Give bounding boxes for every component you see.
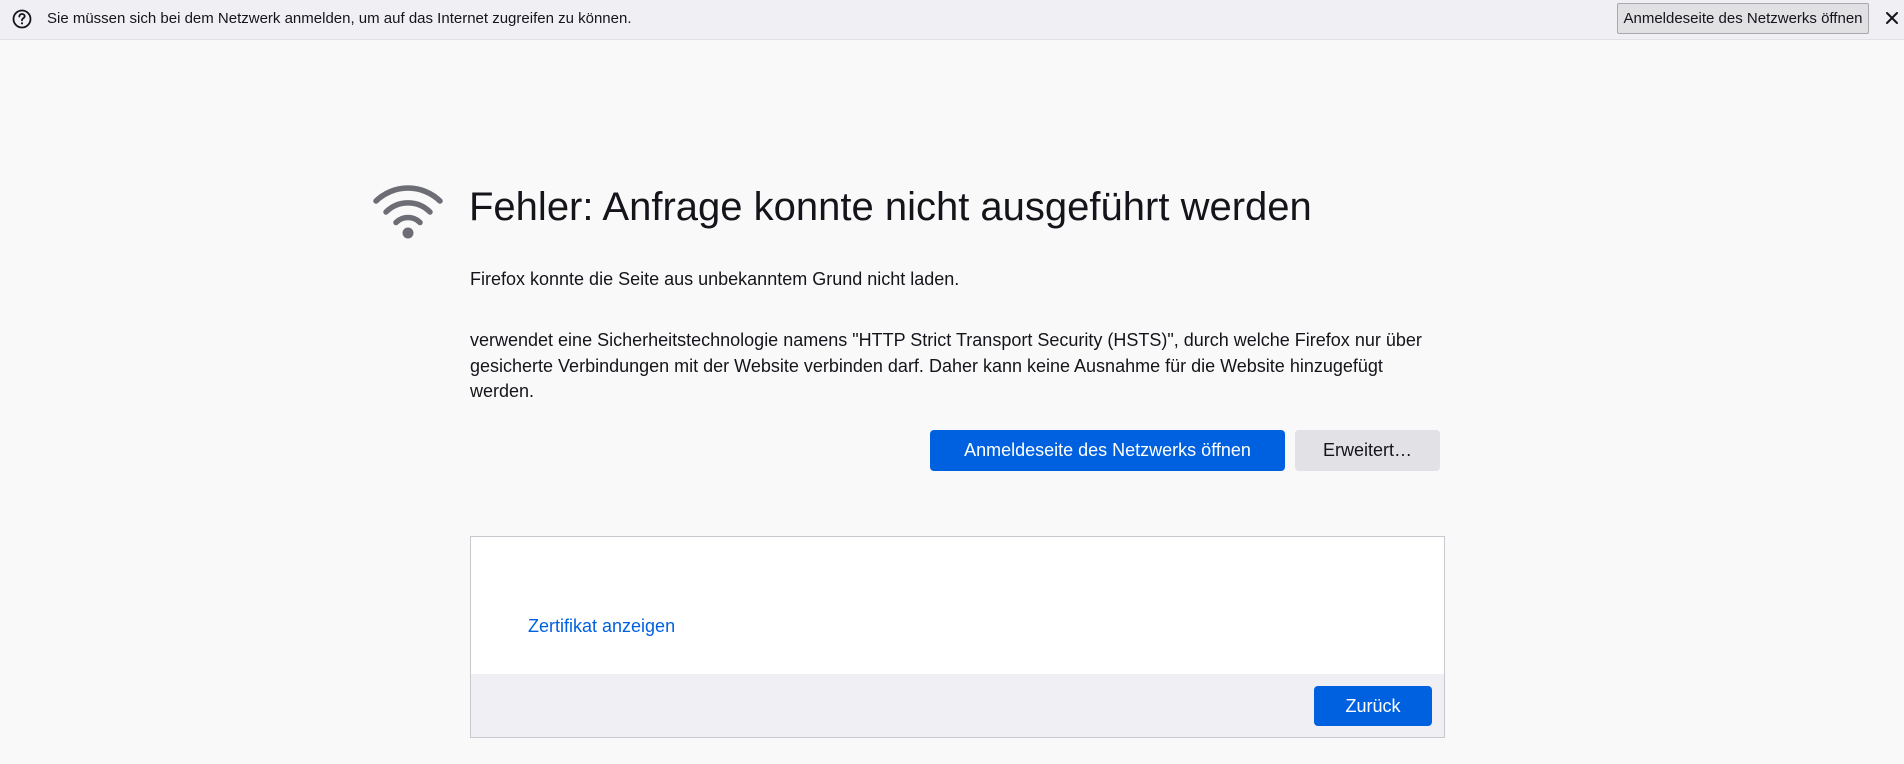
back-button[interactable]: Zurück bbox=[1314, 686, 1432, 726]
advanced-panel-footer bbox=[471, 674, 1444, 737]
error-page-viewport: Sie müssen sich bei dem Netzwerk anmelde… bbox=[0, 0, 1904, 764]
advanced-button[interactable]: Erweitert… bbox=[1295, 430, 1440, 471]
open-network-login-button[interactable]: Anmeldeseite des Netzwerks öffnen bbox=[930, 430, 1285, 471]
notification-message: Sie müssen sich bei dem Netzwerk anmelde… bbox=[47, 10, 632, 27]
error-description: Firefox konnte die Seite aus unbekanntem… bbox=[470, 269, 960, 289]
close-icon[interactable] bbox=[1881, 7, 1903, 29]
hsts-explanation: verwendet eine Sicherheitstechnologie na… bbox=[470, 330, 1422, 401]
wifi-icon bbox=[373, 185, 443, 239]
open-login-page-button[interactable]: Anmeldeseite des Netzwerks öffnen bbox=[1617, 3, 1869, 34]
question-circle-icon bbox=[12, 9, 32, 29]
advanced-panel: Zertifikat anzeigen Zurück bbox=[470, 536, 1445, 738]
notification-bar: Sie müssen sich bei dem Netzwerk anmelde… bbox=[0, 0, 1904, 40]
view-certificate-link[interactable]: Zertifikat anzeigen bbox=[528, 615, 675, 637]
error-title: Fehler: Anfrage konnte nicht ausgeführt … bbox=[469, 185, 1312, 229]
